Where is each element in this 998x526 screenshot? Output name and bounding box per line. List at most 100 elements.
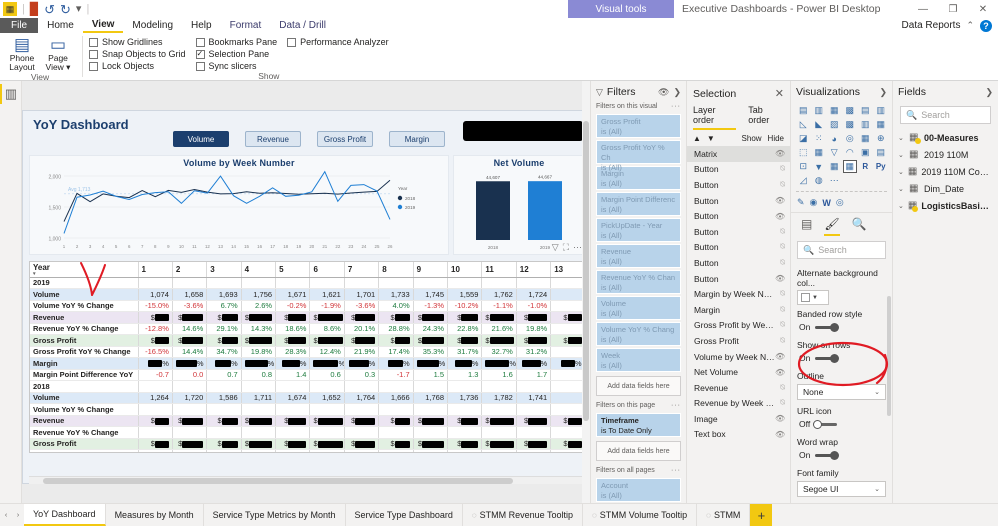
move-up-icon[interactable]: ▲: [693, 134, 701, 143]
selection-layer-item[interactable]: Revenue by Week Number ⍉: [687, 396, 790, 412]
visual-type-icon[interactable]: ▥: [812, 104, 827, 117]
custom-visual-icon-2[interactable]: ◉: [810, 196, 818, 209]
url-icon-toggle-track[interactable]: [813, 419, 838, 429]
filter-card[interactable]: Volume YoY % Chang is (All): [596, 322, 681, 346]
page-tab[interactable]: Service Type Dashboard: [345, 504, 463, 526]
canvas-scroll-thumb[interactable]: [583, 121, 589, 421]
format-pane-scrollbar[interactable]: [887, 296, 891, 416]
visual-type-icon[interactable]: ▥: [874, 104, 889, 117]
table-row[interactable]: Margin Point Difference YoY -0.7 0.0 0.7 0.8…: [30, 369, 584, 381]
table-row[interactable]: Volume YoY % Change -15.0% -3.6% 6.7% 2.6% -0…: [30, 300, 584, 312]
customize-qat-icon[interactable]: ▾: [76, 3, 82, 15]
banded-row-style-toggle[interactable]: On: [791, 321, 892, 336]
eye-off-icon[interactable]: ⍉: [775, 227, 785, 237]
chevron-down-icon[interactable]: ⌄: [898, 185, 905, 193]
word-wrap-toggle-track[interactable]: [815, 450, 840, 460]
filter-card[interactable]: Revenue YoY % Chan is (All): [596, 270, 681, 294]
selection-layer-item[interactable]: Gross Profit by Week Nu... ⍉: [687, 318, 790, 334]
show-all-label[interactable]: Show: [742, 134, 762, 143]
visual-type-icon[interactable]: ⊡: [796, 160, 811, 173]
filter-dropzone[interactable]: Add data fields here: [596, 441, 681, 461]
table-row[interactable]: Revenue $ $ $ $ $ $ $ $ $ $ $ $ $: [30, 415, 584, 427]
checkbox-show-gridlines[interactable]: Show Gridlines: [89, 37, 186, 47]
eye-off-icon[interactable]: ⍉: [775, 320, 785, 330]
eye-off-icon[interactable]: ⍉: [775, 305, 785, 315]
filter-icon[interactable]: ▽: [552, 242, 559, 253]
collapse-ribbon-icon[interactable]: ⌃: [966, 20, 974, 31]
visual-type-icon[interactable]: Py: [874, 160, 889, 173]
selection-close-icon[interactable]: ✕: [775, 87, 784, 100]
visual-type-icon[interactable]: ▨: [827, 118, 842, 131]
selection-layer-item[interactable]: Text box 👁: [687, 427, 790, 443]
filter-card[interactable]: Account is (All): [596, 478, 681, 502]
visual-type-icon[interactable]: ▦: [827, 160, 842, 173]
fields-tab[interactable]: ▤: [801, 217, 812, 236]
filter-card[interactable]: Gross Profit is (All): [596, 114, 681, 138]
show-on-rows-toggle[interactable]: On: [791, 352, 892, 367]
selection-layer-item[interactable]: Revenue ⍉: [687, 380, 790, 396]
visual-type-icon[interactable]: ▦: [842, 160, 857, 173]
volume-by-week-line-chart[interactable]: Volume by Week Number 1,000 1,500 2,000 Avg…: [29, 155, 449, 255]
visual-type-icon[interactable]: ▤: [874, 146, 889, 159]
minimize-button[interactable]: —: [908, 0, 938, 18]
more-options-icon[interactable]: ⋯: [573, 242, 582, 253]
tab-layer-order[interactable]: Layer order: [693, 105, 737, 130]
visual-type-icon[interactable]: ▦: [812, 146, 827, 159]
matrix-scroll-thumb[interactable]: [43, 478, 513, 484]
eye-off-icon[interactable]: ⍉: [775, 336, 785, 346]
visual-type-icon[interactable]: ▽: [827, 146, 842, 159]
fields-table-row[interactable]: ⌄ ▦ LogisticsBasicQuery: [893, 197, 998, 214]
filter-card[interactable]: PickUpDate - Year is (All): [596, 218, 681, 242]
table-row[interactable]: Gross Profit $ $ $ $ $ $ $ $ $ $ $ $ $: [30, 438, 584, 450]
checkbox-performance-analyzer-box[interactable]: [287, 37, 297, 47]
outline-select[interactable]: None ⌄: [797, 384, 886, 400]
checkbox-performance-analyzer[interactable]: Performance Analyzer: [287, 37, 389, 47]
selection-layer-item[interactable]: Button ⍉: [687, 177, 790, 193]
move-down-icon[interactable]: ▼: [707, 134, 715, 143]
custom-visual-icon-3[interactable]: W: [822, 196, 831, 209]
selection-layer-item[interactable]: Gross Profit ⍉: [687, 333, 790, 349]
nav-button-revenue[interactable]: Revenue: [245, 131, 301, 147]
matrix-header-week[interactable]: 9: [413, 262, 449, 278]
restore-button[interactable]: ❐: [938, 0, 968, 18]
checkbox-selection-pane[interactable]: Selection Pane: [195, 49, 278, 59]
visual-type-icon[interactable]: ◍: [812, 174, 827, 187]
selection-layer-item[interactable]: Volume by Week Number 👁: [687, 349, 790, 365]
checkbox-show-gridlines-box[interactable]: [89, 37, 98, 47]
visual-type-icon[interactable]: ◿: [796, 174, 811, 187]
custom-visual-icon-4[interactable]: ◎: [836, 196, 844, 209]
matrix-header-year[interactable]: Year ▾: [30, 262, 139, 278]
selection-layer-item[interactable]: Net Volume 👁: [687, 364, 790, 380]
matrix-horizontal-scrollbar[interactable]: [29, 476, 585, 484]
filters-eye-icon[interactable]: 👁: [658, 87, 669, 98]
visual-type-icon[interactable]: ▤: [796, 104, 811, 117]
selection-layer-item[interactable]: Button ⍉: [687, 224, 790, 240]
table-row[interactable]: Revenue $ $ $ $ $ $ $ $ $ $ $ $ $: [30, 311, 584, 324]
matrix-header-week[interactable]: 7: [344, 262, 380, 278]
nav-button-gross-profit[interactable]: Gross Profit: [317, 131, 373, 147]
visual-type-icon[interactable]: ▦: [827, 104, 842, 117]
checkbox-bookmarks-pane[interactable]: Bookmarks Pane: [195, 37, 277, 47]
matrix-header-week[interactable]: 11: [481, 262, 517, 278]
checkbox-sync-slicers[interactable]: Sync slicers: [195, 61, 278, 71]
visual-type-icon[interactable]: ◕: [827, 132, 842, 145]
eye-off-icon[interactable]: ⍉: [775, 242, 785, 252]
fields-expand-icon[interactable]: ❯: [985, 87, 993, 98]
table-row[interactable]: Gross Profit YoY % Change: [30, 449, 584, 452]
page-tab-prev-button[interactable]: ‹: [0, 504, 12, 526]
eye-icon[interactable]: 👁: [775, 352, 785, 361]
fields-table-row[interactable]: ⌄ ▦ 2019 110M Connec...: [893, 163, 998, 180]
visual-type-icon[interactable]: ⋯: [827, 174, 842, 187]
custom-visual-icon-1[interactable]: ✎: [797, 196, 805, 209]
filter-card[interactable]: Volume is (All): [596, 296, 681, 320]
format-tab[interactable]: 🖌: [824, 217, 840, 236]
matrix-header-week[interactable]: 13: [550, 262, 584, 278]
eye-icon[interactable]: 👁: [775, 430, 785, 439]
visual-type-icon[interactable]: ▩: [843, 118, 858, 131]
matrix-header-week[interactable]: 4: [241, 262, 277, 278]
fields-table-row[interactable]: ⌄ ▦ 00-Measures: [893, 129, 998, 146]
url-icon-toggle[interactable]: Off: [791, 418, 892, 433]
selection-layer-item[interactable]: Button ⍉: [687, 255, 790, 271]
visual-type-icon[interactable]: ◠: [843, 146, 858, 159]
page-tab[interactable]: Measures by Month: [105, 504, 204, 526]
